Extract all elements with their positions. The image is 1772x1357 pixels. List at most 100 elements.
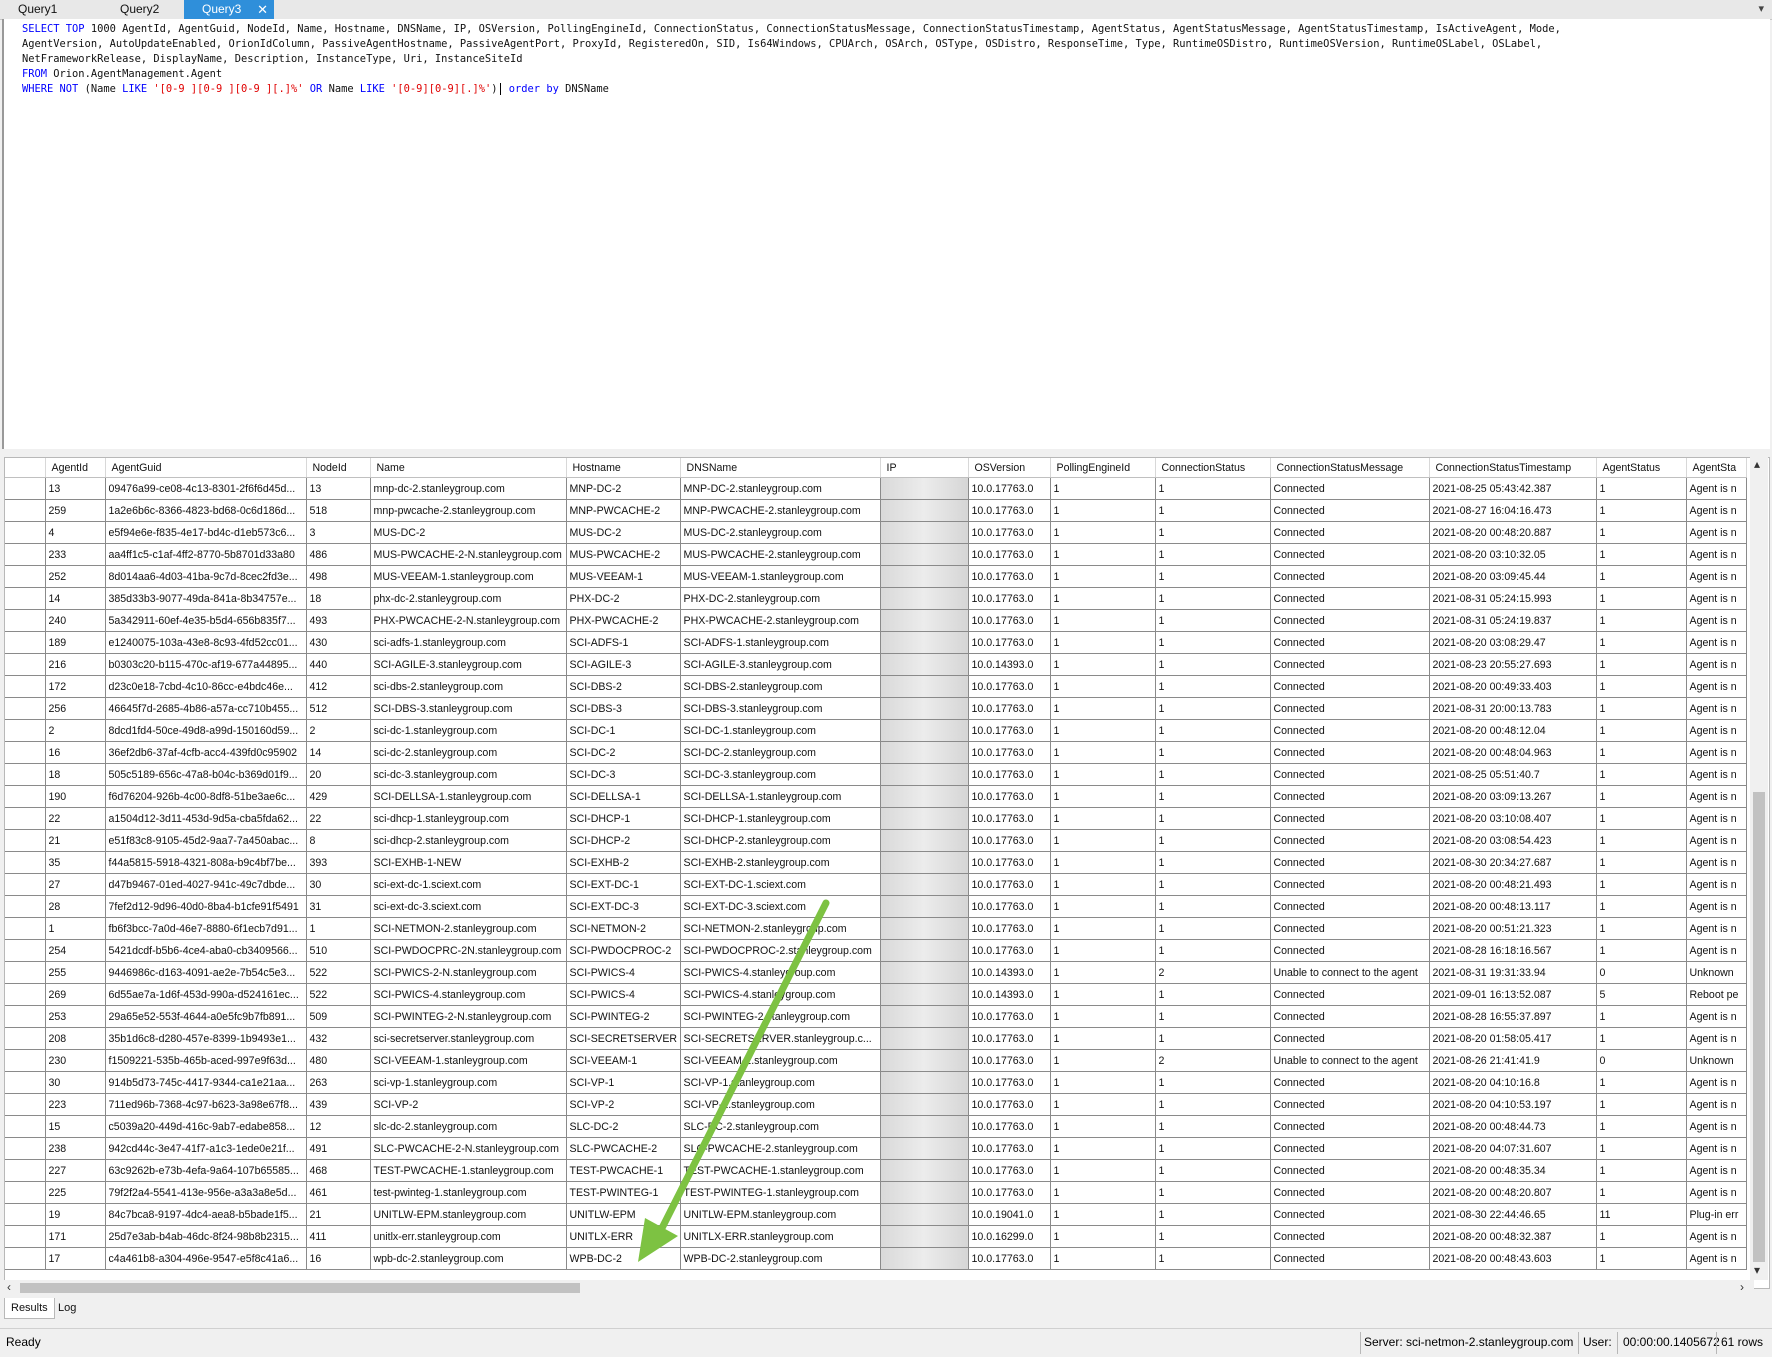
- table-cell[interactable]: 1: [1050, 1225, 1156, 1248]
- table-cell[interactable]: 1: [1155, 983, 1271, 1006]
- table-cell[interactable]: MUS-VEEAM-1.stanleygroup.com: [680, 565, 881, 588]
- table-cell[interactable]: 10.0.17763.0: [968, 895, 1051, 918]
- table-row[interactable]: 252 8d014aa6-4d03-41ba-9c7d-8cec2fd3e... 4…: [5, 565, 1747, 588]
- ip-cell-redacted[interactable]: [880, 477, 969, 500]
- ip-cell-redacted[interactable]: [880, 895, 969, 918]
- table-cell[interactable]: 2021-08-28 16:55:37.897: [1429, 1005, 1597, 1028]
- table-cell[interactable]: 14: [45, 587, 106, 610]
- table-row[interactable]: 17 c4a461b8-a304-496e-9547-e5f8c41a6... 16…: [5, 1247, 1747, 1270]
- table-cell[interactable]: Agent is n: [1686, 1005, 1747, 1028]
- table-cell[interactable]: unitlx-err.stanleygroup.com: [370, 1225, 567, 1248]
- table-cell[interactable]: 2021-08-20 03:10:08.407: [1429, 807, 1597, 830]
- table-cell[interactable]: SCI-EXHB-2: [566, 851, 681, 874]
- table-cell[interactable]: 1: [1050, 917, 1156, 940]
- table-cell[interactable]: 1: [1155, 521, 1271, 544]
- table-cell[interactable]: 1: [1050, 741, 1156, 764]
- table-cell[interactable]: 09476a99-ce08-4c13-8301-2f6f6d45d...: [105, 477, 307, 500]
- table-cell[interactable]: SCI-SECRETSERVER: [566, 1027, 681, 1050]
- table-cell[interactable]: 1: [1050, 675, 1156, 698]
- table-cell[interactable]: 5: [1596, 983, 1687, 1006]
- ip-cell-redacted[interactable]: [880, 741, 969, 764]
- table-row[interactable]: 172 d23c0e18-7cbd-4c10-86cc-e4bdc46e... 41…: [5, 675, 1747, 698]
- table-cell[interactable]: 8d014aa6-4d03-41ba-9c7d-8cec2fd3e...: [105, 565, 307, 588]
- row-header[interactable]: [5, 983, 46, 1006]
- table-cell[interactable]: Agent is n: [1686, 851, 1747, 874]
- table-cell[interactable]: 21: [45, 829, 106, 852]
- table-cell[interactable]: Agent is n: [1686, 675, 1747, 698]
- table-cell[interactable]: Connected: [1270, 763, 1430, 786]
- table-cell[interactable]: mnp-dc-2.stanleygroup.com: [370, 477, 567, 500]
- ip-cell-redacted[interactable]: [880, 565, 969, 588]
- table-cell[interactable]: 429: [306, 785, 371, 808]
- table-row[interactable]: 208 35b1d6c8-d280-457e-8399-1b9493e1... 43…: [5, 1027, 1747, 1050]
- table-cell[interactable]: 189: [45, 631, 106, 654]
- table-cell[interactable]: MUS-VEEAM-1.stanleygroup.com: [370, 565, 567, 588]
- table-row[interactable]: 1 fb6f3bcc-7a0d-46e7-8880-6f1ecb7d91... 1 S…: [5, 917, 1747, 940]
- table-cell[interactable]: 1: [1596, 1115, 1687, 1138]
- table-cell[interactable]: 0: [1596, 1049, 1687, 1072]
- table-cell[interactable]: 6d55ae7a-1d6f-453d-990a-d524161ec...: [105, 983, 307, 1006]
- scroll-up-icon[interactable]: ▴: [1754, 457, 1760, 471]
- table-cell[interactable]: SCI-AGILE-3.stanleygroup.com: [680, 653, 881, 676]
- table-cell[interactable]: Agent is n: [1686, 719, 1747, 742]
- row-header[interactable]: [5, 543, 46, 566]
- table-cell[interactable]: 269: [45, 983, 106, 1006]
- table-cell[interactable]: Agent is n: [1686, 763, 1747, 786]
- table-cell[interactable]: 1: [1050, 1005, 1156, 1028]
- table-cell[interactable]: 1: [1155, 1071, 1271, 1094]
- table-cell[interactable]: 1: [1596, 1225, 1687, 1248]
- table-cell[interactable]: 1: [1050, 1203, 1156, 1226]
- ip-cell-redacted[interactable]: [880, 675, 969, 698]
- column-header[interactable]: AgentId: [45, 458, 106, 478]
- table-cell[interactable]: 10.0.16299.0: [968, 1225, 1051, 1248]
- table-cell[interactable]: 512: [306, 697, 371, 720]
- table-row[interactable]: 253 29a65e52-553f-4644-a0e5fc9b7fb891... 5…: [5, 1005, 1747, 1028]
- table-cell[interactable]: 1: [1050, 521, 1156, 544]
- table-cell[interactable]: SCI-VEEAM-1.stanleygroup.com: [680, 1049, 881, 1072]
- table-cell[interactable]: Connected: [1270, 1159, 1430, 1182]
- table-cell[interactable]: 252: [45, 565, 106, 588]
- row-header[interactable]: [5, 1005, 46, 1028]
- table-cell[interactable]: sci-dc-3.stanleygroup.com: [370, 763, 567, 786]
- row-header[interactable]: [5, 565, 46, 588]
- table-cell[interactable]: 10.0.17763.0: [968, 521, 1051, 544]
- table-cell[interactable]: SCI-VP-2.stanleygroup.com: [680, 1093, 881, 1116]
- table-cell[interactable]: e51f83c8-9105-45d2-9aa7-7a450abac...: [105, 829, 307, 852]
- table-cell[interactable]: Reboot pe: [1686, 983, 1747, 1006]
- table-row[interactable]: 27 d47b9467-01ed-4027-941c-49c7dbde... 30 s…: [5, 873, 1747, 896]
- table-cell[interactable]: 21: [306, 1203, 371, 1226]
- table-cell[interactable]: 522: [306, 961, 371, 984]
- table-cell[interactable]: SCI-DC-2.stanleygroup.com: [680, 741, 881, 764]
- table-cell[interactable]: WPB-DC-2: [566, 1247, 681, 1270]
- table-cell[interactable]: 1: [1155, 1137, 1271, 1160]
- table-cell[interactable]: 17: [45, 1247, 106, 1270]
- column-header[interactable]: Hostname: [566, 458, 681, 478]
- row-header[interactable]: [5, 807, 46, 830]
- table-cell[interactable]: 1: [1596, 587, 1687, 610]
- table-cell[interactable]: Connected: [1270, 829, 1430, 852]
- table-cell[interactable]: f1509221-535b-465b-aced-997e9f63d...: [105, 1049, 307, 1072]
- table-cell[interactable]: SCI-VP-1: [566, 1071, 681, 1094]
- scroll-down-icon[interactable]: ▾: [1754, 1263, 1760, 1277]
- table-cell[interactable]: SCI-VP-2: [370, 1093, 567, 1116]
- table-cell[interactable]: Unknown: [1686, 961, 1747, 984]
- row-header[interactable]: [5, 719, 46, 742]
- column-header[interactable]: ConnectionStatusMessage: [1270, 458, 1430, 478]
- table-cell[interactable]: 1: [1050, 565, 1156, 588]
- table-cell[interactable]: 22: [45, 807, 106, 830]
- table-cell[interactable]: 1: [1155, 829, 1271, 852]
- table-cell[interactable]: PHX-DC-2: [566, 587, 681, 610]
- ip-cell-redacted[interactable]: [880, 917, 969, 940]
- table-cell[interactable]: Agent is n: [1686, 543, 1747, 566]
- table-cell[interactable]: SCI-EXT-DC-3: [566, 895, 681, 918]
- table-cell[interactable]: 1: [1050, 631, 1156, 654]
- row-header[interactable]: [5, 1159, 46, 1182]
- table-cell[interactable]: Connected: [1270, 499, 1430, 522]
- table-cell[interactable]: 1: [1050, 543, 1156, 566]
- table-cell[interactable]: sci-dhcp-1.stanleygroup.com: [370, 807, 567, 830]
- table-cell[interactable]: e5f94e6e-f835-4e17-bd4c-d1eb573c6...: [105, 521, 307, 544]
- table-cell[interactable]: Agent is n: [1686, 653, 1747, 676]
- table-row[interactable]: 190 f6d76204-926b-4c00-8df8-51be3ae6c... 4…: [5, 785, 1747, 808]
- table-cell[interactable]: 10.0.17763.0: [968, 741, 1051, 764]
- table-cell[interactable]: 4: [45, 521, 106, 544]
